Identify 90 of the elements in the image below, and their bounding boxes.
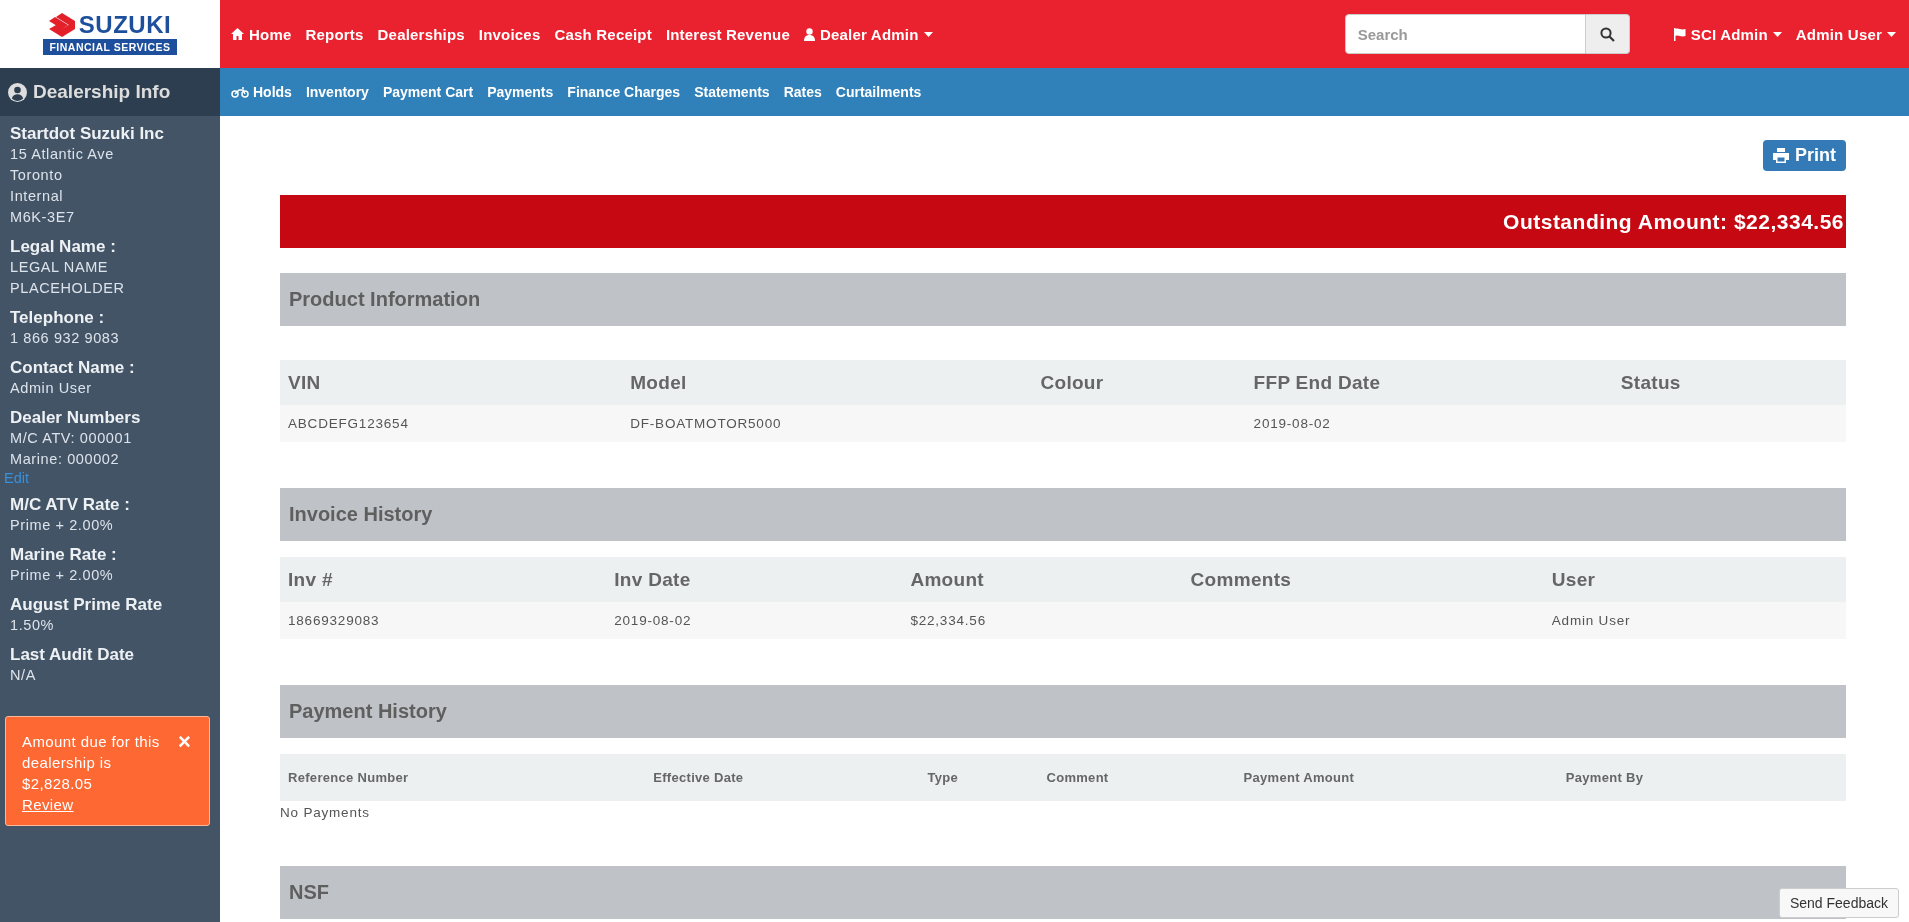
- nav-link[interactable]: Dealerships: [370, 25, 472, 43]
- outstanding-amount-banner: Outstanding Amount: $22,334.56: [280, 195, 1846, 248]
- table-cell: 2019-08-02: [606, 602, 903, 639]
- sub-nav-link[interactable]: Payment Cart: [375, 84, 481, 100]
- flag-icon: [1672, 27, 1686, 41]
- caret-icon: [1887, 31, 1896, 37]
- brand-subtitle: FINANCIAL SERVICES: [43, 39, 177, 55]
- section-header: Invoice History: [280, 488, 1846, 541]
- column-header: Payment By: [1557, 754, 1846, 801]
- field-value: PLACEHOLDER: [10, 279, 126, 298]
- table-cell: Admin User: [1543, 602, 1846, 639]
- table-cell: 18669329083: [280, 602, 607, 639]
- table-cell: 2019-08-02: [1245, 405, 1613, 442]
- sub-nav-link[interactable]: Inventory: [298, 84, 376, 100]
- nav-link[interactable]: Reports: [298, 25, 371, 43]
- logo-mark-icon: [48, 13, 75, 37]
- sub-nav-link[interactable]: Payments: [480, 84, 561, 100]
- field-label: Last Audit Date: [10, 645, 136, 665]
- nav-link[interactable]: Dealer Admin: [797, 25, 940, 43]
- brand-name: SUZUKI: [78, 13, 172, 37]
- field-value: M/C ATV: 000001: [10, 429, 133, 448]
- field-value: M6K-3E7: [10, 208, 76, 227]
- column-header: Comment: [1038, 754, 1236, 801]
- section-header: Payment History: [280, 685, 1846, 738]
- edit-link[interactable]: Edit: [4, 470, 214, 486]
- column-header: Model: [622, 360, 1033, 405]
- field-label: Legal Name :: [10, 237, 117, 257]
- sub-nav-link[interactable]: Holds: [224, 84, 299, 100]
- user-icon: [804, 27, 815, 41]
- column-header: Type: [919, 754, 1039, 801]
- search-field[interactable]: Search: [1344, 14, 1586, 54]
- sidebar-title-text: Dealership Info: [33, 81, 171, 103]
- nav-link[interactable]: Invoices: [471, 25, 548, 43]
- field-label: Telephone :: [10, 308, 106, 328]
- column-header: Amount: [902, 557, 1183, 602]
- table-cell: DF-BOATMOTOR5000: [622, 405, 1033, 442]
- field-value: Toronto: [10, 166, 64, 185]
- sub-nav-link[interactable]: Finance Charges: [560, 84, 688, 100]
- user-menu[interactable]: Admin User: [1788, 25, 1903, 43]
- field-label: Marine Rate :: [10, 545, 118, 565]
- sub-nav-link[interactable]: Rates: [776, 84, 829, 100]
- send-feedback-button[interactable]: Send Feedback: [1778, 888, 1899, 918]
- field-value: Marine: 000002: [10, 450, 121, 469]
- field-value: 1 866 932 9083: [10, 329, 121, 348]
- close-button[interactable]: ×: [178, 731, 191, 753]
- empty-message: No Payments: [280, 804, 371, 820]
- sub-nav-link[interactable]: Curtailments: [828, 84, 929, 100]
- field-value: Admin User: [10, 379, 93, 398]
- field-label: Contact Name :: [10, 358, 136, 378]
- print-button[interactable]: Print: [1763, 140, 1846, 171]
- column-header: VIN: [280, 360, 623, 405]
- caret-icon: [923, 31, 933, 37]
- nav-link[interactable]: Cash Receipt: [547, 25, 659, 43]
- section-header: Product Information: [280, 273, 1846, 326]
- field-label: Dealer Numbers: [10, 408, 142, 428]
- sub-nav-link[interactable]: Statements: [687, 84, 777, 100]
- motorcycle-icon: [231, 86, 249, 98]
- field-label: August Prime Rate: [10, 595, 164, 615]
- column-header: User: [1543, 557, 1846, 602]
- column-header: Comments: [1182, 557, 1544, 602]
- field-label: Startdot Suzuki Inc: [10, 124, 165, 144]
- column-header: FFP End Date: [1245, 360, 1613, 405]
- search-button[interactable]: [1585, 14, 1630, 54]
- column-header: Colour: [1032, 360, 1246, 405]
- column-header: Payment Amount: [1235, 754, 1558, 801]
- column-header: Status: [1612, 360, 1846, 405]
- table-cell: $22,334.56: [902, 602, 1183, 639]
- field-value: LEGAL NAME: [10, 258, 110, 277]
- user-circle-icon: [8, 82, 27, 102]
- column-header: Inv Date: [606, 557, 903, 602]
- review-link[interactable]: Review: [22, 794, 74, 815]
- column-header: Reference Number: [280, 754, 646, 801]
- field-value: 1.50%: [10, 616, 56, 635]
- field-label: M/C ATV Rate :: [10, 495, 131, 515]
- nav-link[interactable]: Interest Revenue: [658, 25, 797, 43]
- table-cell: ABCDEFG123654: [280, 405, 623, 442]
- user-menu[interactable]: SCI Admin: [1665, 25, 1789, 43]
- search-icon: [1599, 26, 1615, 42]
- column-header: Effective Date: [645, 754, 920, 801]
- nav-link[interactable]: Home: [224, 25, 299, 43]
- printer-icon: [1773, 148, 1789, 163]
- caret-icon: [1772, 31, 1782, 37]
- field-value: Prime + 2.00%: [10, 566, 115, 585]
- column-header: Inv #: [280, 557, 607, 602]
- alert-message: Amount due for this dealership is $2,828.05: [22, 732, 161, 794]
- field-value: 15 Atlantic Ave: [10, 145, 115, 164]
- field-value: N/A: [10, 666, 37, 685]
- field-value: Prime + 2.00%: [10, 516, 115, 535]
- home-icon: [231, 28, 244, 40]
- field-value: Internal: [10, 187, 65, 206]
